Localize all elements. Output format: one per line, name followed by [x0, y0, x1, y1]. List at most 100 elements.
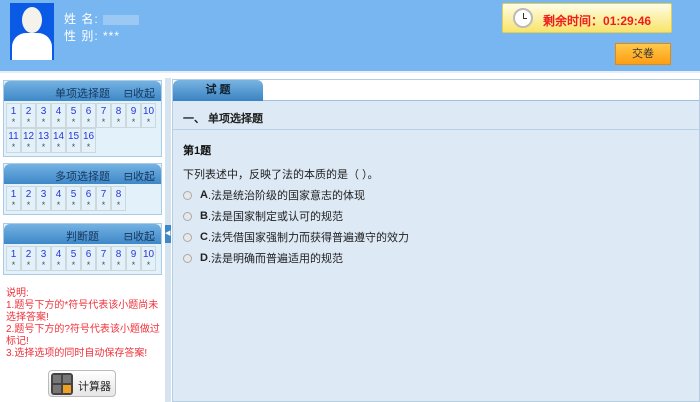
question-nav-item[interactable]: 10 * — [141, 246, 156, 271]
unanswered-mark: * — [56, 260, 61, 270]
unanswered-mark: * — [56, 117, 61, 127]
question-nav-number: 4 — [55, 189, 62, 200]
collapse-sidebar-icon[interactable]: ◀ — [165, 225, 171, 243]
question-nav-number: 2 — [25, 249, 32, 260]
question-nav-item[interactable]: 8 * — [111, 246, 126, 271]
question-nav-item[interactable]: 6 * — [81, 103, 96, 128]
question-nav-item[interactable]: 5 * — [66, 103, 81, 128]
option-key: D — [200, 252, 208, 264]
question-nav-item[interactable]: 4 * — [51, 246, 66, 271]
question-nav-item[interactable]: 7 * — [96, 103, 111, 128]
collapse-button[interactable]: ⊟收起 — [124, 168, 155, 184]
question-nav-item[interactable]: 5 * — [66, 186, 81, 211]
question-nav-number: 5 — [70, 106, 77, 117]
question-nav-item[interactable]: 16 * — [81, 128, 96, 153]
unanswered-mark: * — [11, 142, 16, 152]
question-nav-item[interactable]: 10 * — [141, 103, 156, 128]
unanswered-mark: * — [131, 117, 136, 127]
clock-icon — [513, 8, 533, 28]
question-nav-item[interactable]: 9 * — [126, 103, 141, 128]
unanswered-mark: * — [71, 260, 76, 270]
option-d[interactable]: D .法是明确而普遍适用的规范 — [183, 250, 699, 266]
note-line: 1.题号下方的*符号代表该小题尚未选择答案! — [6, 300, 159, 323]
unanswered-mark: * — [146, 260, 151, 270]
unanswered-mark: * — [71, 117, 76, 127]
radio-button[interactable] — [183, 211, 192, 221]
question-nav-item[interactable]: 4 * — [51, 103, 66, 128]
question-nav-item[interactable]: 2 * — [21, 246, 36, 271]
unanswered-mark: * — [116, 260, 121, 270]
unanswered-mark: * — [56, 200, 61, 210]
unanswered-mark: * — [101, 117, 106, 127]
panel-single-choice: 单项选择题 ⊟收起 1 * 2 * 3 * 4 * 5 * 6 * 7 * 8 * 9 * 10 * 11 * 12 * 13 * 1… — [3, 80, 162, 157]
collapse-button[interactable]: ⊟收起 — [124, 85, 155, 101]
unanswered-mark: * — [86, 142, 91, 152]
option-text: .法是国家制定或认可的规范 — [207, 211, 344, 223]
question-nav-item[interactable]: 7 * — [96, 186, 111, 211]
radio-button[interactable] — [183, 190, 192, 200]
question-nav-number: 1 — [10, 249, 17, 260]
radio-button[interactable] — [183, 253, 192, 263]
question-nav-item[interactable]: 8 * — [111, 186, 126, 211]
avatar — [10, 3, 54, 60]
radio-button[interactable] — [183, 232, 192, 242]
question-nav-item[interactable]: 8 * — [111, 103, 126, 128]
name-row: 姓 名: — [64, 10, 139, 27]
question-nav-item[interactable]: 1 * — [6, 186, 21, 211]
question-nav-item[interactable]: 1 * — [6, 103, 21, 128]
unanswered-mark: * — [86, 200, 91, 210]
question-nav-number: 7 — [100, 106, 107, 117]
question-nav-item[interactable]: 14 * — [51, 128, 66, 153]
question-nav-number: 6 — [85, 106, 92, 117]
gender-label: 性 别: — [64, 29, 99, 43]
question-nav-item[interactable]: 6 * — [81, 186, 96, 211]
question-nav-item[interactable]: 5 * — [66, 246, 81, 271]
unanswered-mark: * — [11, 117, 16, 127]
option-key: C — [200, 231, 208, 243]
question-nav-item[interactable]: 2 * — [21, 186, 36, 211]
calculator-button[interactable]: 计算器 — [48, 370, 116, 397]
header: 姓 名: 性 别: *** 剩余时间：01:29:46 交卷 — [0, 0, 700, 73]
question-nav-item[interactable]: 15 * — [66, 128, 81, 153]
unanswered-mark: * — [41, 200, 46, 210]
option-a[interactable]: A .法是统治阶级的国家意志的体现 — [183, 187, 699, 203]
question-nav-item[interactable]: 13 * — [36, 128, 51, 153]
tab-questions[interactable]: 试 题 — [173, 80, 263, 101]
question-nav-number: 8 — [115, 249, 122, 260]
question-nav-number: 13 — [37, 131, 50, 142]
unanswered-mark: * — [41, 117, 46, 127]
option-text: .法是统治阶级的国家意志的体现 — [207, 190, 366, 202]
question-nav-item[interactable]: 7 * — [96, 246, 111, 271]
option-text: .法凭借国家强制力而获得普遍遵守的效力 — [207, 232, 410, 244]
question-nav-number: 6 — [85, 189, 92, 200]
question-nav-item[interactable]: 3 * — [36, 246, 51, 271]
timer-label: 剩余时间： — [543, 14, 604, 28]
question-nav-number: 1 — [10, 189, 17, 200]
question-nav-item[interactable]: 9 * — [126, 246, 141, 271]
question-nav-item[interactable]: 6 * — [81, 246, 96, 271]
question-nav-item[interactable]: 11 * — [6, 128, 21, 153]
question-nav-item[interactable]: 3 * — [36, 186, 51, 211]
question-nav-item[interactable]: 3 * — [36, 103, 51, 128]
question-nav-item[interactable]: 12 * — [21, 128, 36, 153]
question-nav-number: 6 — [85, 249, 92, 260]
gender-row: 性 别: *** — [64, 27, 120, 44]
note-line: 2.题号下方的?符号代表该小题做过标记! — [6, 324, 160, 347]
unanswered-mark: * — [41, 260, 46, 270]
calculator-icon — [51, 373, 73, 395]
timer-box: 剩余时间：01:29:46 — [502, 3, 672, 33]
option-key: B — [200, 210, 208, 222]
question-nav-item[interactable]: 2 * — [21, 103, 36, 128]
question-nav-item[interactable]: 4 * — [51, 186, 66, 211]
option-c[interactable]: C .法凭借国家强制力而获得普遍遵守的效力 — [183, 229, 699, 245]
question-nav-item[interactable]: 1 * — [6, 246, 21, 271]
unanswered-mark: * — [71, 200, 76, 210]
option-b[interactable]: B .法是国家制定或认可的规范 — [183, 208, 699, 224]
submit-button[interactable]: 交卷 — [615, 43, 671, 65]
question-nav-number: 10 — [142, 249, 155, 260]
question-nav-number: 3 — [40, 106, 47, 117]
question-nav-number: 2 — [25, 189, 32, 200]
question-nav-number: 1 — [10, 106, 17, 117]
collapse-button[interactable]: ⊟收起 — [124, 228, 155, 244]
question-nav-number: 9 — [130, 106, 137, 117]
